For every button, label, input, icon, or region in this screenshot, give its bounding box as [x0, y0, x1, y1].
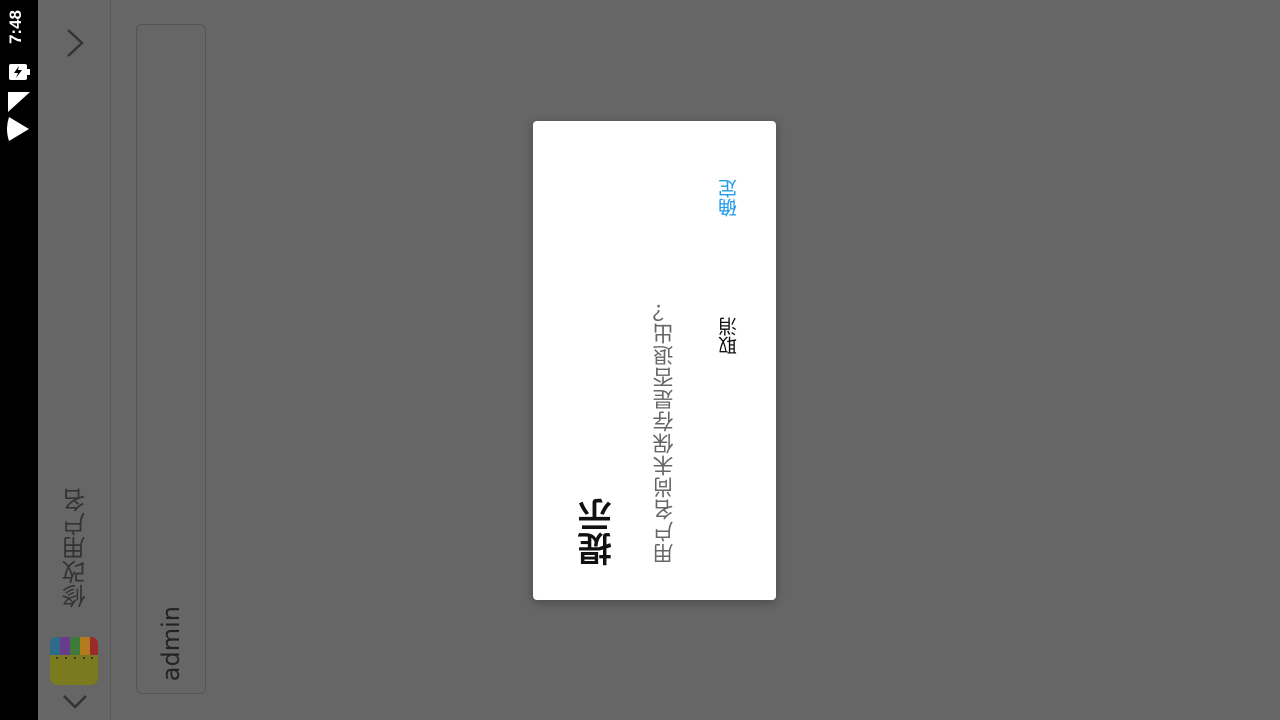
chevron-down-icon[interactable] — [60, 690, 90, 714]
chevron-right-icon[interactable] — [60, 26, 90, 60]
dialog-title: 提示 — [578, 498, 618, 566]
battery-charging-icon — [9, 64, 30, 80]
page-title: 修改用户名 — [62, 488, 90, 608]
cancel-button[interactable]: 取消 — [715, 317, 742, 355]
signal-icon — [8, 92, 30, 112]
confirm-exit-dialog: 提示 用户名尚未保存是否退出？ 确定 取消 — [533, 121, 776, 600]
username-value: admin — [157, 605, 185, 681]
status-time: 7:48 — [6, 10, 25, 45]
confirm-button[interactable]: 确定 — [715, 179, 742, 217]
dialog-message: 用户名尚未保存是否退出？ — [652, 300, 676, 564]
username-input[interactable]: admin — [136, 24, 206, 694]
app-logo-icon — [50, 637, 98, 685]
wifi-icon — [7, 117, 29, 141]
app-bar: 修改用户名 — [38, 0, 111, 720]
status-bar: 7:48 — [0, 0, 38, 720]
